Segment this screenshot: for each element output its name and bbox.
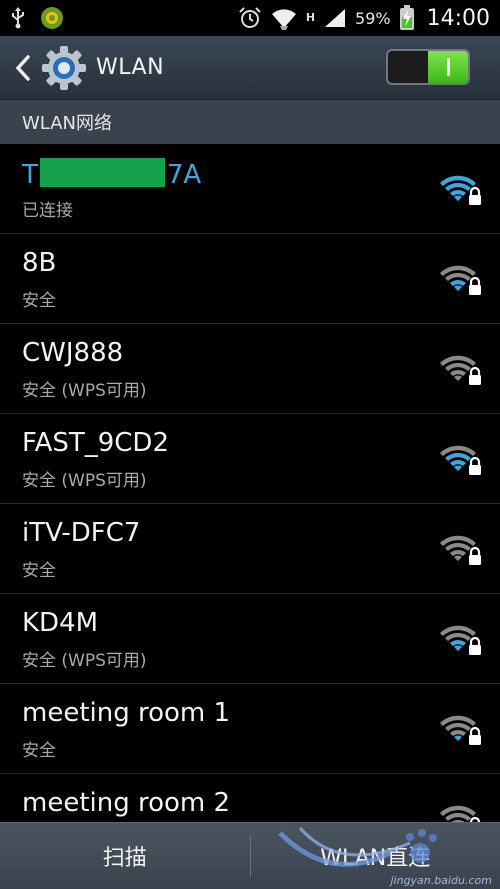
network-name-suffix: 7A xyxy=(166,160,202,190)
network-status: 安全 xyxy=(22,741,56,761)
usb-icon xyxy=(12,7,24,29)
network-status: 安全 (WPS可用) xyxy=(22,651,147,671)
toggle-on-indicator xyxy=(446,58,450,76)
wifi-signal-icon xyxy=(271,9,296,30)
network-list: T 7A 已连接 8B 安全 CWJ888 安全 (WPS可用) FAST_9CD… xyxy=(0,144,500,864)
network-status: 已连接 xyxy=(22,201,73,221)
network-status: 安全 xyxy=(22,291,56,311)
network-name: iTV-DFC7 xyxy=(22,518,141,548)
network-name: meeting room 2 xyxy=(22,788,231,818)
network-name: 8B xyxy=(22,248,57,278)
wifi-locked-icon xyxy=(440,445,481,475)
network-item[interactable]: CWJ888 安全 (WPS可用) xyxy=(0,324,500,414)
network-name: KD4M xyxy=(22,608,99,638)
wifi-locked-icon xyxy=(440,355,481,385)
wlan-toggle-switch[interactable] xyxy=(386,49,470,85)
network-status: 安全 (WPS可用) xyxy=(22,381,147,401)
battery-percent: 59% xyxy=(355,8,391,28)
section-header: WLAN网络 xyxy=(0,100,500,144)
toggle-knob xyxy=(428,51,468,83)
network-item[interactable]: 8B 安全 xyxy=(0,234,500,324)
network-item[interactable]: FAST_9CD2 安全 (WPS可用) xyxy=(0,414,500,504)
page-title: WLAN xyxy=(96,55,165,80)
section-title: WLAN网络 xyxy=(22,113,113,134)
cell-signal-icon xyxy=(325,9,346,27)
network-item[interactable]: KD4M 安全 (WPS可用) xyxy=(0,594,500,684)
network-item[interactable]: meeting room 1 安全 xyxy=(0,684,500,774)
network-type-indicator: H xyxy=(305,11,316,24)
app-notification-icon xyxy=(41,7,63,29)
network-name: meeting room 1 xyxy=(22,698,231,728)
status-bar: H 59% 14:00 xyxy=(0,0,500,36)
network-status: 安全 xyxy=(22,561,56,581)
watermark-text: jingyan.baidu.com xyxy=(390,874,492,887)
wifi-locked-icon xyxy=(440,535,481,565)
network-status: 安全 (WPS可用) xyxy=(22,471,147,491)
redaction-block xyxy=(39,158,165,187)
battery-charging-icon xyxy=(399,5,414,30)
clock: 14:00 xyxy=(426,5,490,31)
settings-gear-icon[interactable] xyxy=(40,44,88,92)
chevron-left-icon xyxy=(15,54,30,81)
wifi-locked-icon xyxy=(440,715,481,745)
wifi-locked-icon xyxy=(440,175,481,205)
network-item[interactable]: iTV-DFC7 安全 xyxy=(0,504,500,594)
network-name-prefix: T xyxy=(22,160,38,190)
wifi-locked-icon xyxy=(440,625,481,655)
network-name: FAST_9CD2 xyxy=(22,428,169,458)
network-name: T 7A xyxy=(22,158,201,190)
action-bar: WLAN xyxy=(0,36,500,100)
back-button[interactable] xyxy=(8,36,38,100)
scan-button[interactable]: 扫描 xyxy=(0,823,250,889)
alarm-icon xyxy=(239,7,261,28)
network-item-connected[interactable]: T 7A 已连接 xyxy=(0,144,500,234)
wifi-locked-icon xyxy=(440,265,481,295)
network-name: CWJ888 xyxy=(22,338,124,368)
